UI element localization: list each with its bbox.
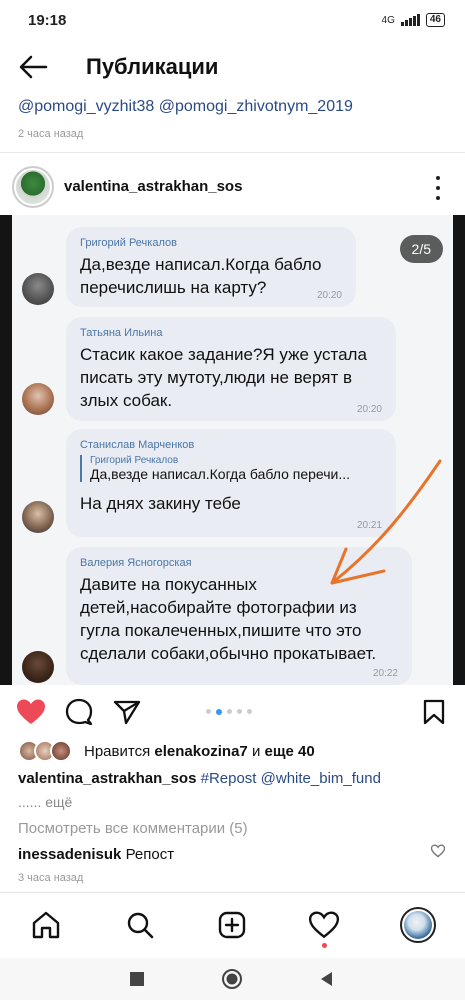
page-title: Публикации <box>86 54 219 79</box>
image-counter: 2/5 <box>399 235 443 263</box>
back-system-button[interactable] <box>316 968 338 990</box>
heart-icon <box>17 699 45 724</box>
heart-outline-icon <box>308 911 340 939</box>
like-button[interactable] <box>16 698 46 726</box>
comment-button[interactable] <box>64 698 94 726</box>
more-options-icon[interactable] <box>433 176 443 200</box>
bookmark-icon <box>423 699 445 725</box>
recent-apps-button[interactable] <box>126 968 148 990</box>
likes-user[interactable]: elenakozina7 <box>154 743 247 760</box>
liker-avatars <box>18 740 76 762</box>
bottom-nav <box>0 892 465 956</box>
view-all-comments[interactable]: Посмотреть все комментарии (5) <box>18 820 248 837</box>
status-icons: 4G 46 <box>382 13 445 27</box>
post-header: valentina_astrakhan_sos <box>0 164 465 212</box>
search-icon <box>127 912 154 939</box>
heart-outline-icon <box>430 844 446 858</box>
nav-profile-avatar[interactable] <box>400 907 436 943</box>
save-button[interactable] <box>420 698 450 726</box>
post-image[interactable]: Григорий Речкалов Да,везде написал.Когда… <box>0 215 465 685</box>
battery-icon: 46 <box>425 13 445 27</box>
network-label: 4G <box>381 14 395 26</box>
likes-prefix: Нравится <box>84 742 151 760</box>
share-button[interactable] <box>112 698 142 726</box>
likes-rest[interactable]: еще 40 <box>265 743 315 760</box>
arrow-left-icon <box>19 55 48 79</box>
comment-icon <box>65 698 93 726</box>
nav-activity[interactable] <box>308 909 340 948</box>
status-time: 19:18 <box>28 12 67 29</box>
post-caption: valentina_astrakhan_sos #Repost @white_b… <box>18 770 381 787</box>
caption-username[interactable]: valentina_astrakhan_sos <box>18 770 196 787</box>
post-avatar[interactable] <box>12 166 54 208</box>
comment: inessadenisuk Репост <box>18 846 174 863</box>
circle-icon <box>222 969 242 989</box>
triangle-back-icon <box>321 972 332 986</box>
comment-text: Репост <box>125 846 175 863</box>
signal-icon <box>400 14 420 26</box>
likes-joiner: и <box>251 742 261 760</box>
activity-indicator <box>322 943 327 948</box>
post-actions <box>0 690 465 732</box>
app-header: Публикации <box>0 44 465 90</box>
drawn-arrow <box>330 459 442 585</box>
square-icon <box>130 972 144 986</box>
likes-row[interactable]: Нравится elenakozina7 и еще 40 <box>18 740 315 762</box>
caption-text[interactable]: #Repost @white_bim_fund <box>201 770 381 787</box>
comment-username[interactable]: inessadenisuk <box>18 846 121 863</box>
back-button[interactable] <box>16 52 50 82</box>
home-icon <box>32 911 60 939</box>
nav-create[interactable] <box>216 909 248 941</box>
send-icon <box>113 700 141 725</box>
post-username[interactable]: valentina_astrakhan_sos <box>64 178 242 195</box>
nav-search[interactable] <box>124 909 156 941</box>
post-time: 3 часа назад <box>18 872 84 884</box>
system-nav-bar <box>0 958 465 1000</box>
add-post-icon <box>218 911 246 939</box>
carousel-dots <box>206 708 252 715</box>
comment-like-button[interactable] <box>430 844 446 858</box>
status-bar: 19:18 4G 46 <box>0 0 465 40</box>
home-system-button[interactable] <box>221 968 243 990</box>
repost-tags[interactable]: @pomogi_vyzhit38 @pomogi_zhivotnym_2019 <box>18 98 353 116</box>
divider <box>0 152 465 153</box>
repost-time: 2 часа назад <box>18 128 84 140</box>
nav-home[interactable] <box>30 909 62 941</box>
caption-more[interactable]: ...... ещё <box>18 794 72 810</box>
